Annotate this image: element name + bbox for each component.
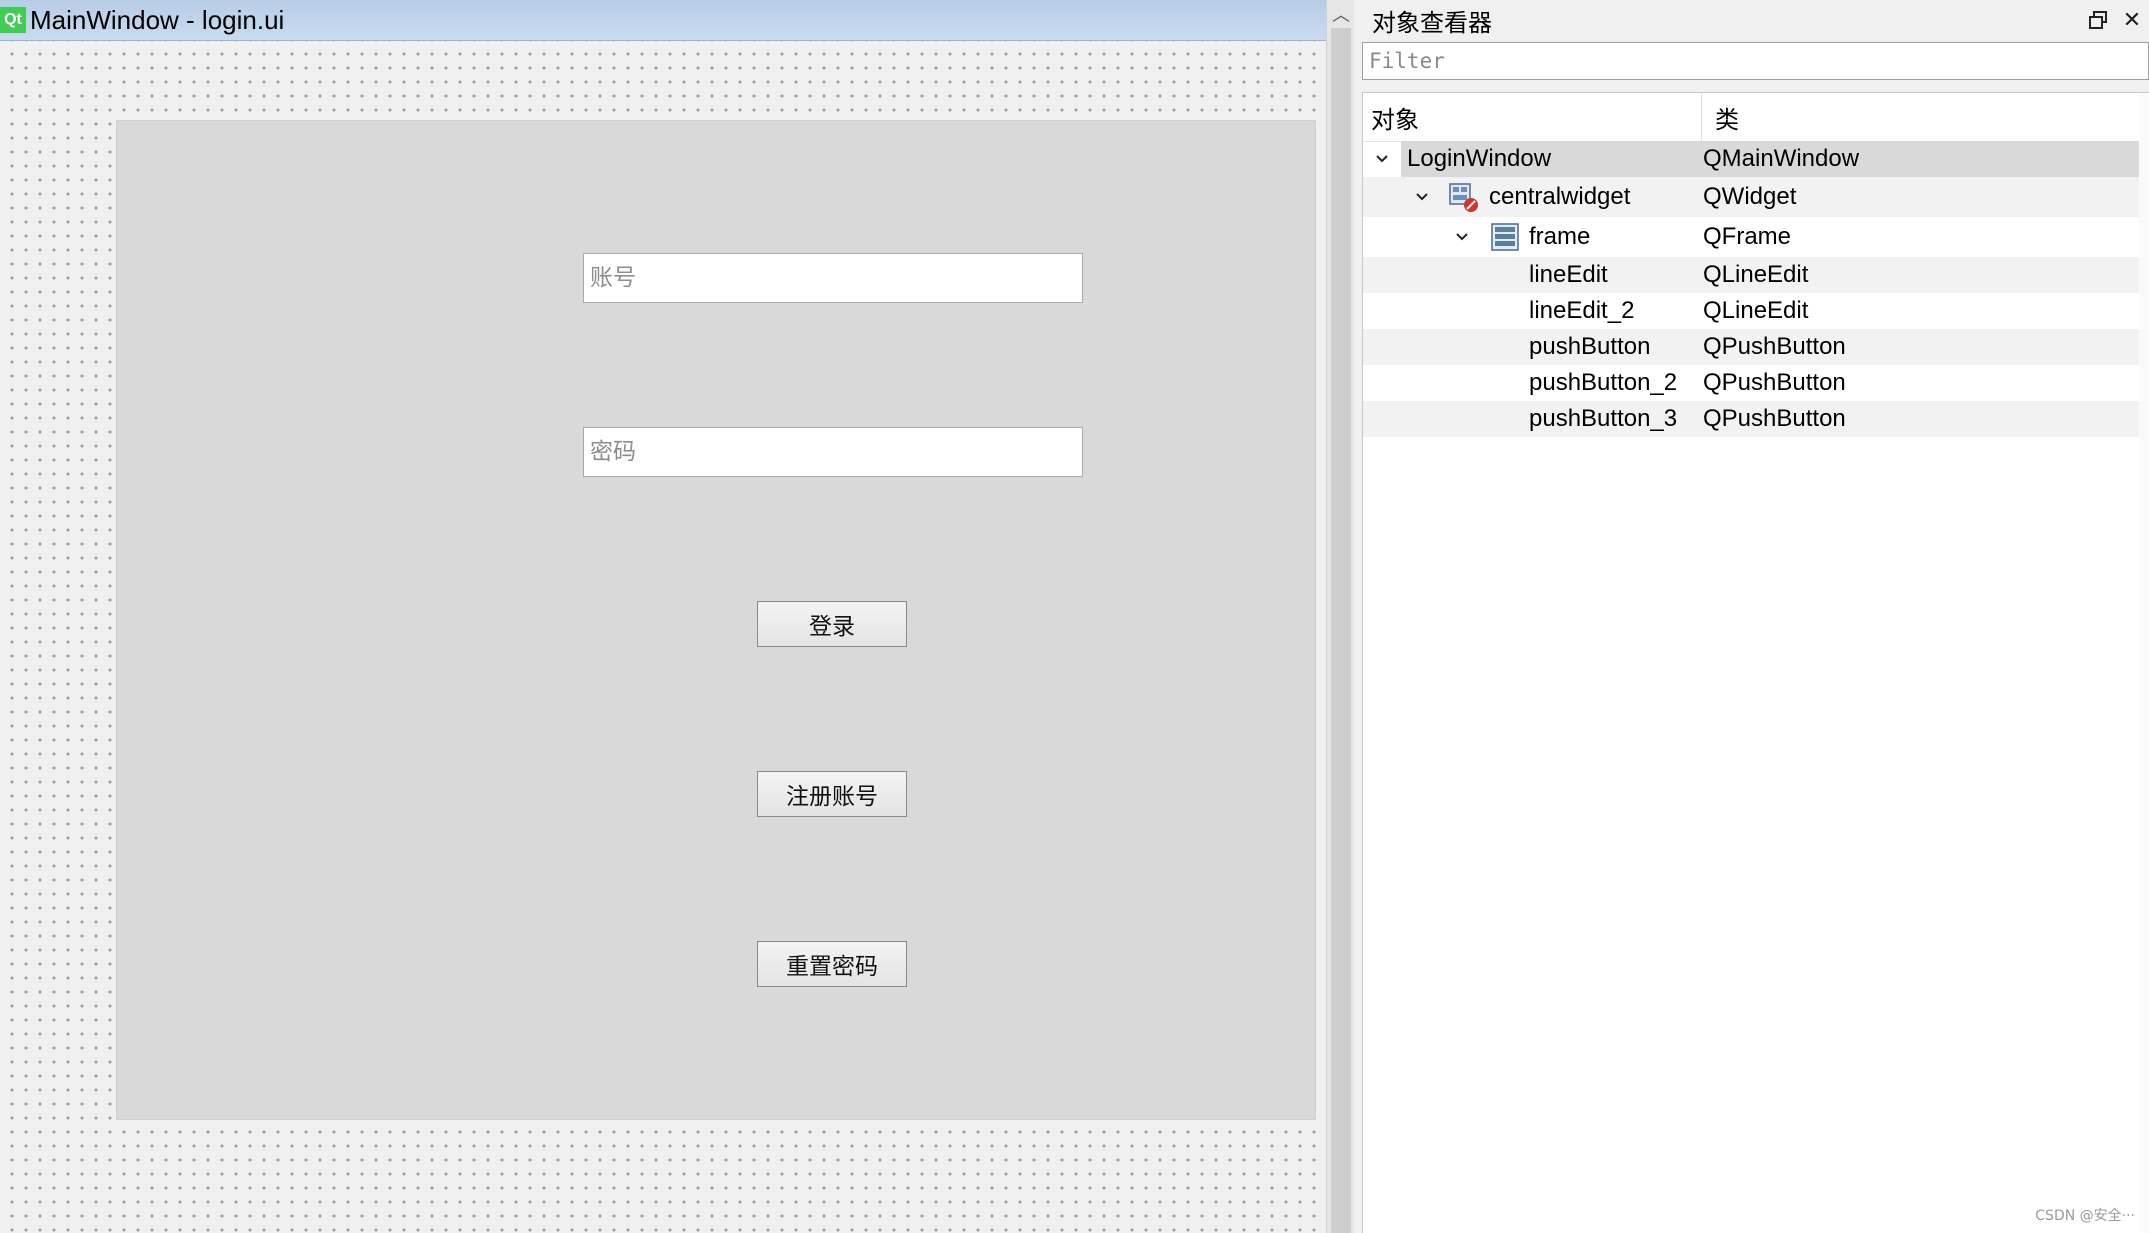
chevron-down-icon[interactable] bbox=[1451, 217, 1473, 257]
chevron-down-icon[interactable] bbox=[1411, 177, 1433, 217]
object-tree[interactable]: 对象 类 LoginWindow QMainWindow centralwidg… bbox=[1362, 92, 2149, 1233]
float-dock-icon[interactable] bbox=[2081, 3, 2115, 37]
account-input[interactable] bbox=[583, 253, 1083, 303]
object-inspector-title: 对象查看器 bbox=[1372, 8, 1492, 37]
tree-class-name: QLineEdit bbox=[1703, 297, 1809, 324]
tree-object-name: pushButton_3 bbox=[1529, 405, 1678, 432]
tree-object-name: lineEdit_2 bbox=[1529, 297, 1635, 324]
tree-object-name: lineEdit bbox=[1529, 261, 1608, 288]
column-header-object[interactable]: 对象 bbox=[1371, 93, 1702, 141]
tree-object-name: pushButton_2 bbox=[1529, 369, 1678, 396]
tree-class-name: QPushButton bbox=[1703, 333, 1846, 360]
tree-row-centralwidget[interactable]: centralwidget QWidget bbox=[1363, 177, 2149, 217]
form-editor-canvas: Qt MainWindow - login.ui 登录 注册账号 重置密码 bbox=[0, 0, 1326, 1233]
tree-row-pushbutton-3[interactable]: pushButton_3 QPushButton bbox=[1363, 401, 2149, 437]
object-inspector-dock: 对象查看器 ✕ 对象 类 LoginWindow bbox=[1362, 0, 2149, 1233]
object-inspector-header: 对象查看器 ✕ bbox=[1362, 0, 2149, 40]
tree-row-frame[interactable]: frame QFrame bbox=[1363, 217, 2149, 257]
password-input[interactable] bbox=[583, 427, 1083, 477]
form-window-title: MainWindow - login.ui bbox=[30, 4, 285, 35]
editor-vertical-scrollbar[interactable]: ︿ bbox=[1326, 0, 1355, 1233]
tree-object-name: frame bbox=[1529, 223, 1591, 250]
reset-password-button[interactable]: 重置密码 bbox=[757, 941, 907, 987]
tree-object-name: LoginWindow bbox=[1407, 145, 1552, 172]
tree-rows: LoginWindow QMainWindow centralwidget QW… bbox=[1363, 141, 2149, 437]
tree-row-pushbutton-2[interactable]: pushButton_2 QPushButton bbox=[1363, 365, 2149, 401]
tree-class-name: QMainWindow bbox=[1703, 145, 1860, 172]
tree-row-pushbutton[interactable]: pushButton QPushButton bbox=[1363, 329, 2149, 365]
tree-class-name: QPushButton bbox=[1703, 405, 1846, 432]
tree-class-name: QFrame bbox=[1703, 223, 1792, 250]
tree-header: 对象 类 bbox=[1363, 93, 2149, 142]
tree-class-name: QWidget bbox=[1703, 183, 1797, 210]
column-header-class[interactable]: 类 bbox=[1715, 93, 1739, 141]
watermark: CSDN @安全··· bbox=[2035, 1208, 2135, 1224]
tree-row-lineedit[interactable]: lineEdit QLineEdit bbox=[1363, 257, 2149, 293]
qt-logo-icon: Qt bbox=[0, 7, 26, 33]
tree-class-name: QPushButton bbox=[1703, 369, 1846, 396]
login-frame[interactable]: 登录 注册账号 重置密码 bbox=[116, 120, 1316, 1120]
tree-vertical-scrollbar[interactable] bbox=[2139, 93, 2149, 1233]
tree-object-name: centralwidget bbox=[1489, 183, 1631, 210]
tree-row-loginwindow[interactable]: LoginWindow QMainWindow bbox=[1363, 141, 2149, 177]
scroll-up-icon[interactable]: ︿ bbox=[1327, 0, 1355, 28]
tree-class-name: QLineEdit bbox=[1703, 261, 1809, 288]
vertical-layout-icon bbox=[1491, 223, 1521, 251]
register-button[interactable]: 注册账号 bbox=[757, 771, 907, 817]
login-button[interactable]: 登录 bbox=[757, 601, 907, 647]
close-icon[interactable]: ✕ bbox=[2115, 3, 2149, 37]
widget-layout-broken-icon bbox=[1449, 183, 1479, 212]
tree-row-lineedit-2[interactable]: lineEdit_2 QLineEdit bbox=[1363, 293, 2149, 329]
chevron-down-icon[interactable] bbox=[1371, 141, 1393, 177]
filter-input[interactable] bbox=[1362, 42, 2149, 80]
form-window-title-bar[interactable]: Qt MainWindow - login.ui bbox=[0, 0, 1326, 41]
scrollbar-thumb[interactable] bbox=[1331, 28, 1351, 1233]
tree-object-name: pushButton bbox=[1529, 333, 1651, 360]
